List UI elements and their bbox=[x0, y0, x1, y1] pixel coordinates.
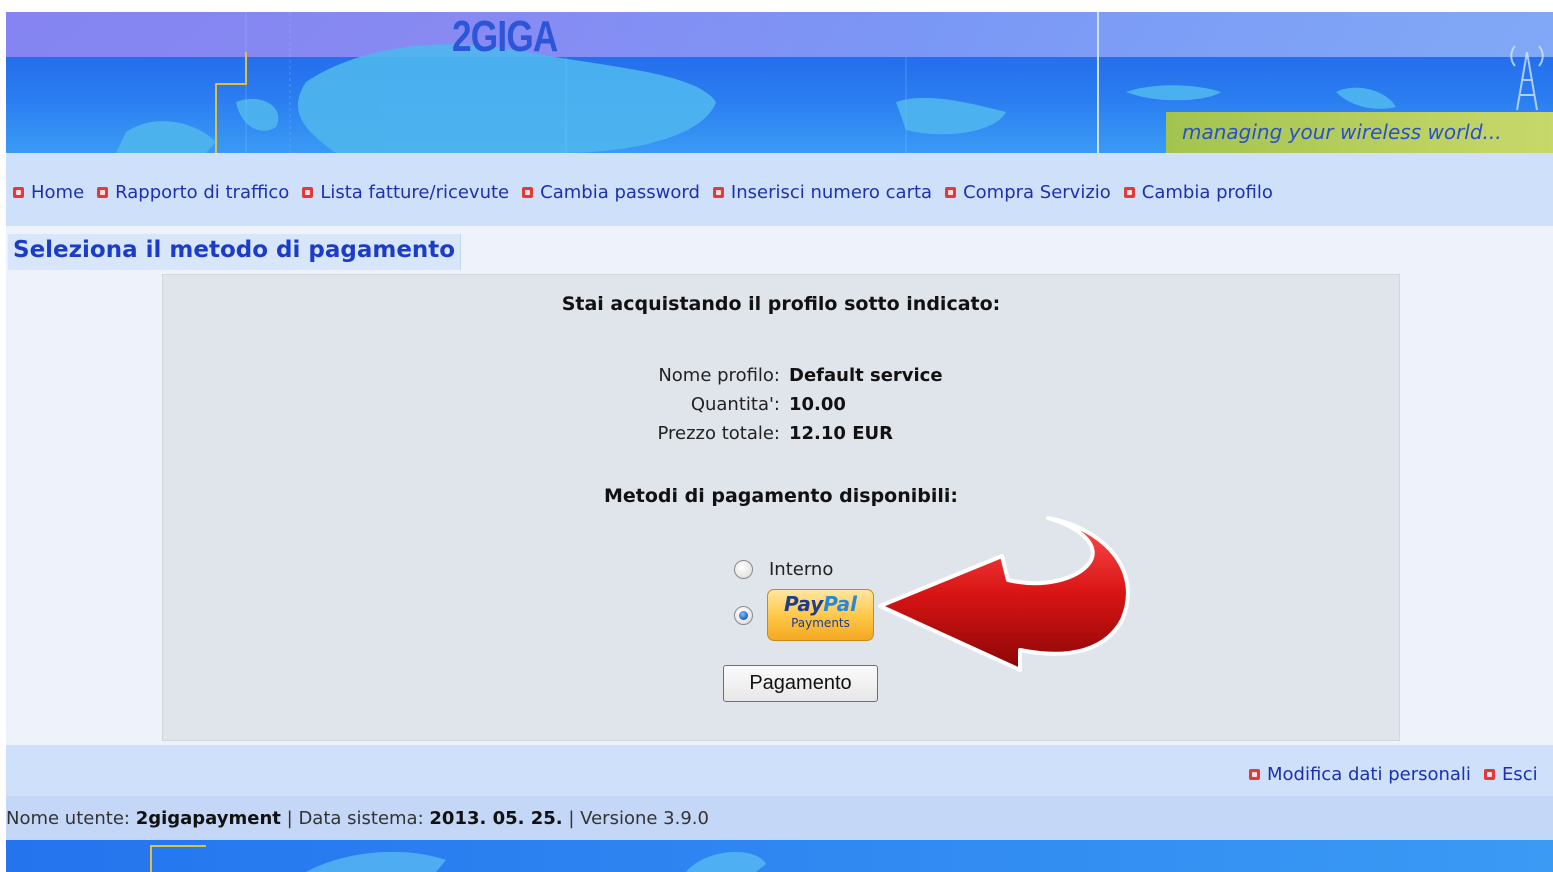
username-value: 2gigapayment bbox=[135, 808, 281, 829]
nav-link-label: Compra Servizio bbox=[963, 182, 1111, 203]
bullet-icon bbox=[945, 187, 957, 198]
bottom-map-band bbox=[6, 840, 1553, 872]
footer-link-label: Esci bbox=[1501, 764, 1538, 785]
nav-link-card-number[interactable]: Inserisci numero carta bbox=[712, 182, 933, 203]
red-arrow-icon bbox=[878, 516, 1130, 672]
bullet-icon bbox=[1249, 769, 1260, 780]
paypal-payments-logo[interactable]: PayPal Payments bbox=[767, 589, 874, 641]
footer-link-label: Modifica dati personali bbox=[1267, 764, 1471, 785]
site-logo: 2GIGA bbox=[452, 12, 558, 61]
bullet-icon bbox=[13, 187, 24, 198]
version-label: Versione 3.9.0 bbox=[580, 808, 709, 829]
bullet-icon bbox=[522, 187, 534, 198]
footer-link-edit-personal-data[interactable]: Modifica dati personali bbox=[1249, 764, 1471, 785]
banner-divider bbox=[1097, 12, 1099, 153]
nav-list: Home Rapporto di traffico Lista fatture/… bbox=[13, 182, 1286, 203]
purchase-heading: Stai acquistando il profilo sotto indica… bbox=[561, 293, 1001, 315]
total-label: Prezzo totale: bbox=[657, 423, 780, 444]
bullet-icon bbox=[97, 187, 109, 198]
bullet-icon bbox=[712, 187, 724, 198]
antenna-tower-icon bbox=[1510, 45, 1544, 110]
nav-link-home[interactable]: Home bbox=[13, 182, 84, 203]
payment-panel: Stai acquistando il profilo sotto indica… bbox=[162, 274, 1400, 741]
bullet-icon bbox=[1483, 769, 1495, 780]
radio-paypal[interactable] bbox=[734, 605, 753, 625]
quantity-value: 10.00 bbox=[789, 394, 846, 415]
profile-value: Default service bbox=[789, 365, 943, 386]
nav-link-label: Cambia profilo bbox=[1141, 182, 1273, 203]
system-date-value: 2013. 05. 25. bbox=[429, 808, 563, 829]
nav-link-invoices[interactable]: Lista fatture/ricevute bbox=[302, 182, 509, 203]
nav-link-change-profile[interactable]: Cambia profilo bbox=[1123, 182, 1273, 203]
nav-link-buy-service[interactable]: Compra Servizio bbox=[945, 182, 1111, 203]
status-separator: | bbox=[568, 808, 581, 829]
paypal-word-pal: Pal bbox=[823, 592, 858, 616]
nav-link-traffic-report[interactable]: Rapporto di traffico bbox=[97, 182, 289, 203]
status-text: Nome utente: 2gigapayment | Data sistema… bbox=[6, 808, 709, 829]
profile-label: Nome profilo: bbox=[658, 365, 780, 386]
nav-link-label: Home bbox=[31, 182, 85, 203]
nav-link-change-password[interactable]: Cambia password bbox=[522, 182, 700, 203]
paypal-wordmark: PayPal bbox=[768, 592, 873, 616]
purchase-details: Nome profilo: Default service Quantita':… bbox=[163, 361, 1399, 448]
footer-nav: Modifica dati personali Esci bbox=[6, 745, 1553, 796]
header-banner: 2GIGA managing your wireless world... bbox=[6, 12, 1553, 153]
radio-internal-label[interactable]: Interno bbox=[769, 559, 833, 580]
system-date-label: Data sistema: bbox=[298, 808, 424, 829]
main-content: Seleziona il metodo di pagamento Stai ac… bbox=[6, 226, 1553, 745]
nav-link-label: Inserisci numero carta bbox=[730, 182, 933, 203]
detail-row-quantity: Quantita': 10.00 bbox=[163, 390, 1399, 419]
nav-link-label: Cambia password bbox=[540, 182, 700, 203]
payment-option-paypal: PayPal Payments bbox=[734, 589, 874, 641]
detail-row-total: Prezzo totale: 12.10 EUR bbox=[163, 419, 1399, 448]
submit-payment-button[interactable]: Pagamento bbox=[723, 665, 878, 702]
bullet-icon bbox=[1123, 187, 1135, 198]
footer-links: Modifica dati personali Esci bbox=[1249, 764, 1551, 785]
bullet-icon bbox=[302, 187, 314, 198]
page-title: Seleziona il metodo di pagamento bbox=[8, 234, 462, 270]
payment-methods-heading: Metodi di pagamento disponibili: bbox=[603, 485, 959, 507]
username-label: Nome utente: bbox=[6, 808, 130, 829]
quantity-label: Quantita': bbox=[690, 394, 780, 415]
main-nav: Home Rapporto di traffico Lista fatture/… bbox=[6, 153, 1553, 226]
status-separator: | bbox=[286, 808, 299, 829]
paypal-sub-label: Payments bbox=[791, 616, 850, 630]
nav-link-label: Rapporto di traffico bbox=[115, 182, 290, 203]
bottom-map-illustration bbox=[150, 845, 766, 872]
radio-internal[interactable] bbox=[734, 560, 753, 579]
nav-link-label: Lista fatture/ricevute bbox=[320, 182, 510, 203]
detail-row-profile: Nome profilo: Default service bbox=[163, 361, 1399, 390]
banner-tagline: managing your wireless world... bbox=[1166, 112, 1553, 153]
footer-link-logout[interactable]: Esci bbox=[1483, 764, 1538, 785]
total-value: 12.10 EUR bbox=[789, 423, 893, 444]
paypal-word-pay: Pay bbox=[783, 592, 824, 616]
status-bar: Nome utente: 2gigapayment | Data sistema… bbox=[6, 796, 1553, 840]
payment-option-internal: Interno bbox=[734, 559, 833, 580]
